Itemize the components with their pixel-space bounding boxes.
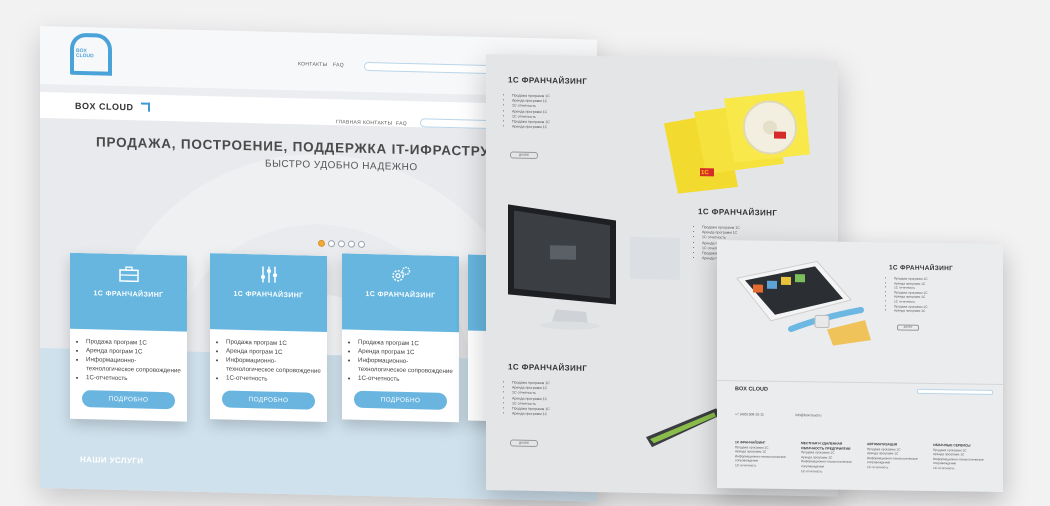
more-button[interactable]: ДАЛЕЕ [510, 151, 538, 159]
footer-link[interactable]: 1С-отчетность [867, 465, 923, 470]
card-header: 1С ФРАНЧАЙЗИНГ [210, 253, 327, 333]
logo-icon[interactable]: BOX CLOUD [70, 32, 112, 76]
service-card: 1С ФРАНЧАЙЗИНГ Продажа програм 1С Аренда… [210, 253, 327, 423]
list-item: Аренда программ 1С [894, 309, 928, 314]
footer-column: МЕСТНАЯ И УДАЛЕННАЯ ОБЛАЧНОСТЬ ПРЕДПРИЯТ… [801, 441, 857, 474]
footer-link[interactable]: Информационно-технологическое сопровожде… [801, 460, 857, 470]
card-title: 1С ФРАНЧАЙЗИНГ [93, 290, 164, 300]
card-header: 1С ФРАНЧАЙЗИНГ [70, 252, 187, 332]
list-item: Информационно-технологическое сопровожде… [226, 356, 324, 376]
list-item: Аренда программ 1С [512, 125, 550, 131]
service-card: 1С ФРАНЧАЙЗИНГ Продажа програм 1С Аренда… [70, 252, 187, 422]
section-list: Продажа программ 1С Аренда программ 1С 1… [504, 93, 550, 130]
software-box-image: 1С [664, 90, 810, 194]
more-button[interactable]: ПОДРОБНО [82, 390, 175, 410]
card-title: 1С ФРАНЧАЙЗИНГ [233, 290, 304, 300]
card-list: Продажа програм 1С Аренда програм 1С Инф… [214, 337, 324, 385]
card-header: 1С ФРАНЧАЙЗИНГ [342, 253, 459, 333]
section-list: Продажа программ 1С Аренда программ 1С 1… [887, 276, 928, 313]
more-button[interactable]: ДАЛЕЕ [897, 324, 919, 331]
footer-brand[interactable]: BOX CLOUD [735, 386, 768, 392]
section-title: 1С ФРАНЧАЙЗИНГ [698, 207, 778, 218]
footer-column: АВТОМАТИЗАЦИЯ Продажа программ 1С Аренда… [867, 442, 923, 470]
card-list: Продажа програм 1С Аренда програм 1С Инф… [346, 337, 456, 385]
slider-dot[interactable] [348, 240, 355, 248]
gears-icon [392, 266, 411, 282]
tablet-page-mockup: 1С ФРАНЧАЙЗИНГ Продажа программ 1С Аренд… [717, 240, 1003, 492]
monitor-image [508, 204, 680, 330]
brand-name[interactable]: BOX CLOUD [75, 101, 134, 112]
section-list: Продажа программ 1С Аренда программ 1С 1… [504, 380, 550, 417]
laptop-image [646, 408, 722, 448]
services-heading: НАШИ УСЛУГИ [80, 454, 144, 466]
footer-phone: +7 (495) 908-32-11 [735, 412, 764, 417]
more-button[interactable]: ДАЛЕЕ [510, 439, 538, 447]
footer-email[interactable]: info@boxcloud.ru [795, 413, 821, 417]
section-title: 1С ФРАНЧАЙЗИНГ [508, 362, 588, 373]
more-button[interactable]: ПОДРОБНО [222, 390, 315, 410]
slider-dots [318, 239, 365, 248]
sliders-icon [261, 266, 277, 283]
footer-link[interactable]: 1С-отчетность [735, 463, 791, 468]
section-title: 1С ФРАНЧАЙЗИНГ [889, 264, 954, 273]
footer-link[interactable]: 1С-отчетность [933, 466, 993, 471]
footer-link[interactable]: 1С-отчетность [801, 469, 857, 474]
footer-column: ОБЛАЧНЫЕ СЕРВИСЫ Продажа программ 1С Аре… [933, 443, 993, 471]
slider-dot[interactable] [318, 239, 325, 247]
logo-text: BOX CLOUD [76, 47, 94, 60]
list-item: Аренда программ 1С [512, 412, 550, 418]
footer-search-input[interactable] [917, 388, 993, 395]
service-card: 1С ФРАНЧАЙЗИНГ Продажа програм 1С Аренда… [342, 253, 459, 423]
top-menu-faq[interactable]: FAQ [333, 62, 344, 68]
divider [717, 380, 1003, 385]
tablet-devices-image [736, 260, 871, 346]
slider-dot[interactable] [328, 240, 335, 248]
top-menu-contacts[interactable]: КОНТАКТЫ [298, 61, 327, 68]
slider-dot[interactable] [358, 240, 365, 248]
briefcase-icon [119, 266, 139, 283]
card-title: 1С ФРАНЧАЙЗИНГ [365, 290, 436, 300]
slider-dot[interactable] [338, 240, 345, 248]
list-item: Информационно-технологическое сопровожде… [86, 355, 184, 375]
cloud-logo-icon [141, 102, 150, 112]
card-list: Продажа програм 1С Аренда програм 1С Инф… [74, 337, 184, 385]
more-button[interactable]: ПОДРОБНО [354, 390, 447, 410]
box-logo-text: 1С [701, 170, 709, 176]
footer-column: 1С ФРАНЧАЙЗИНГ Продажа программ 1С Аренд… [735, 440, 791, 468]
section-title: 1С ФРАНЧАЙЗИНГ [508, 75, 588, 86]
list-item: Информационно-технологическое сопровожде… [358, 356, 456, 376]
